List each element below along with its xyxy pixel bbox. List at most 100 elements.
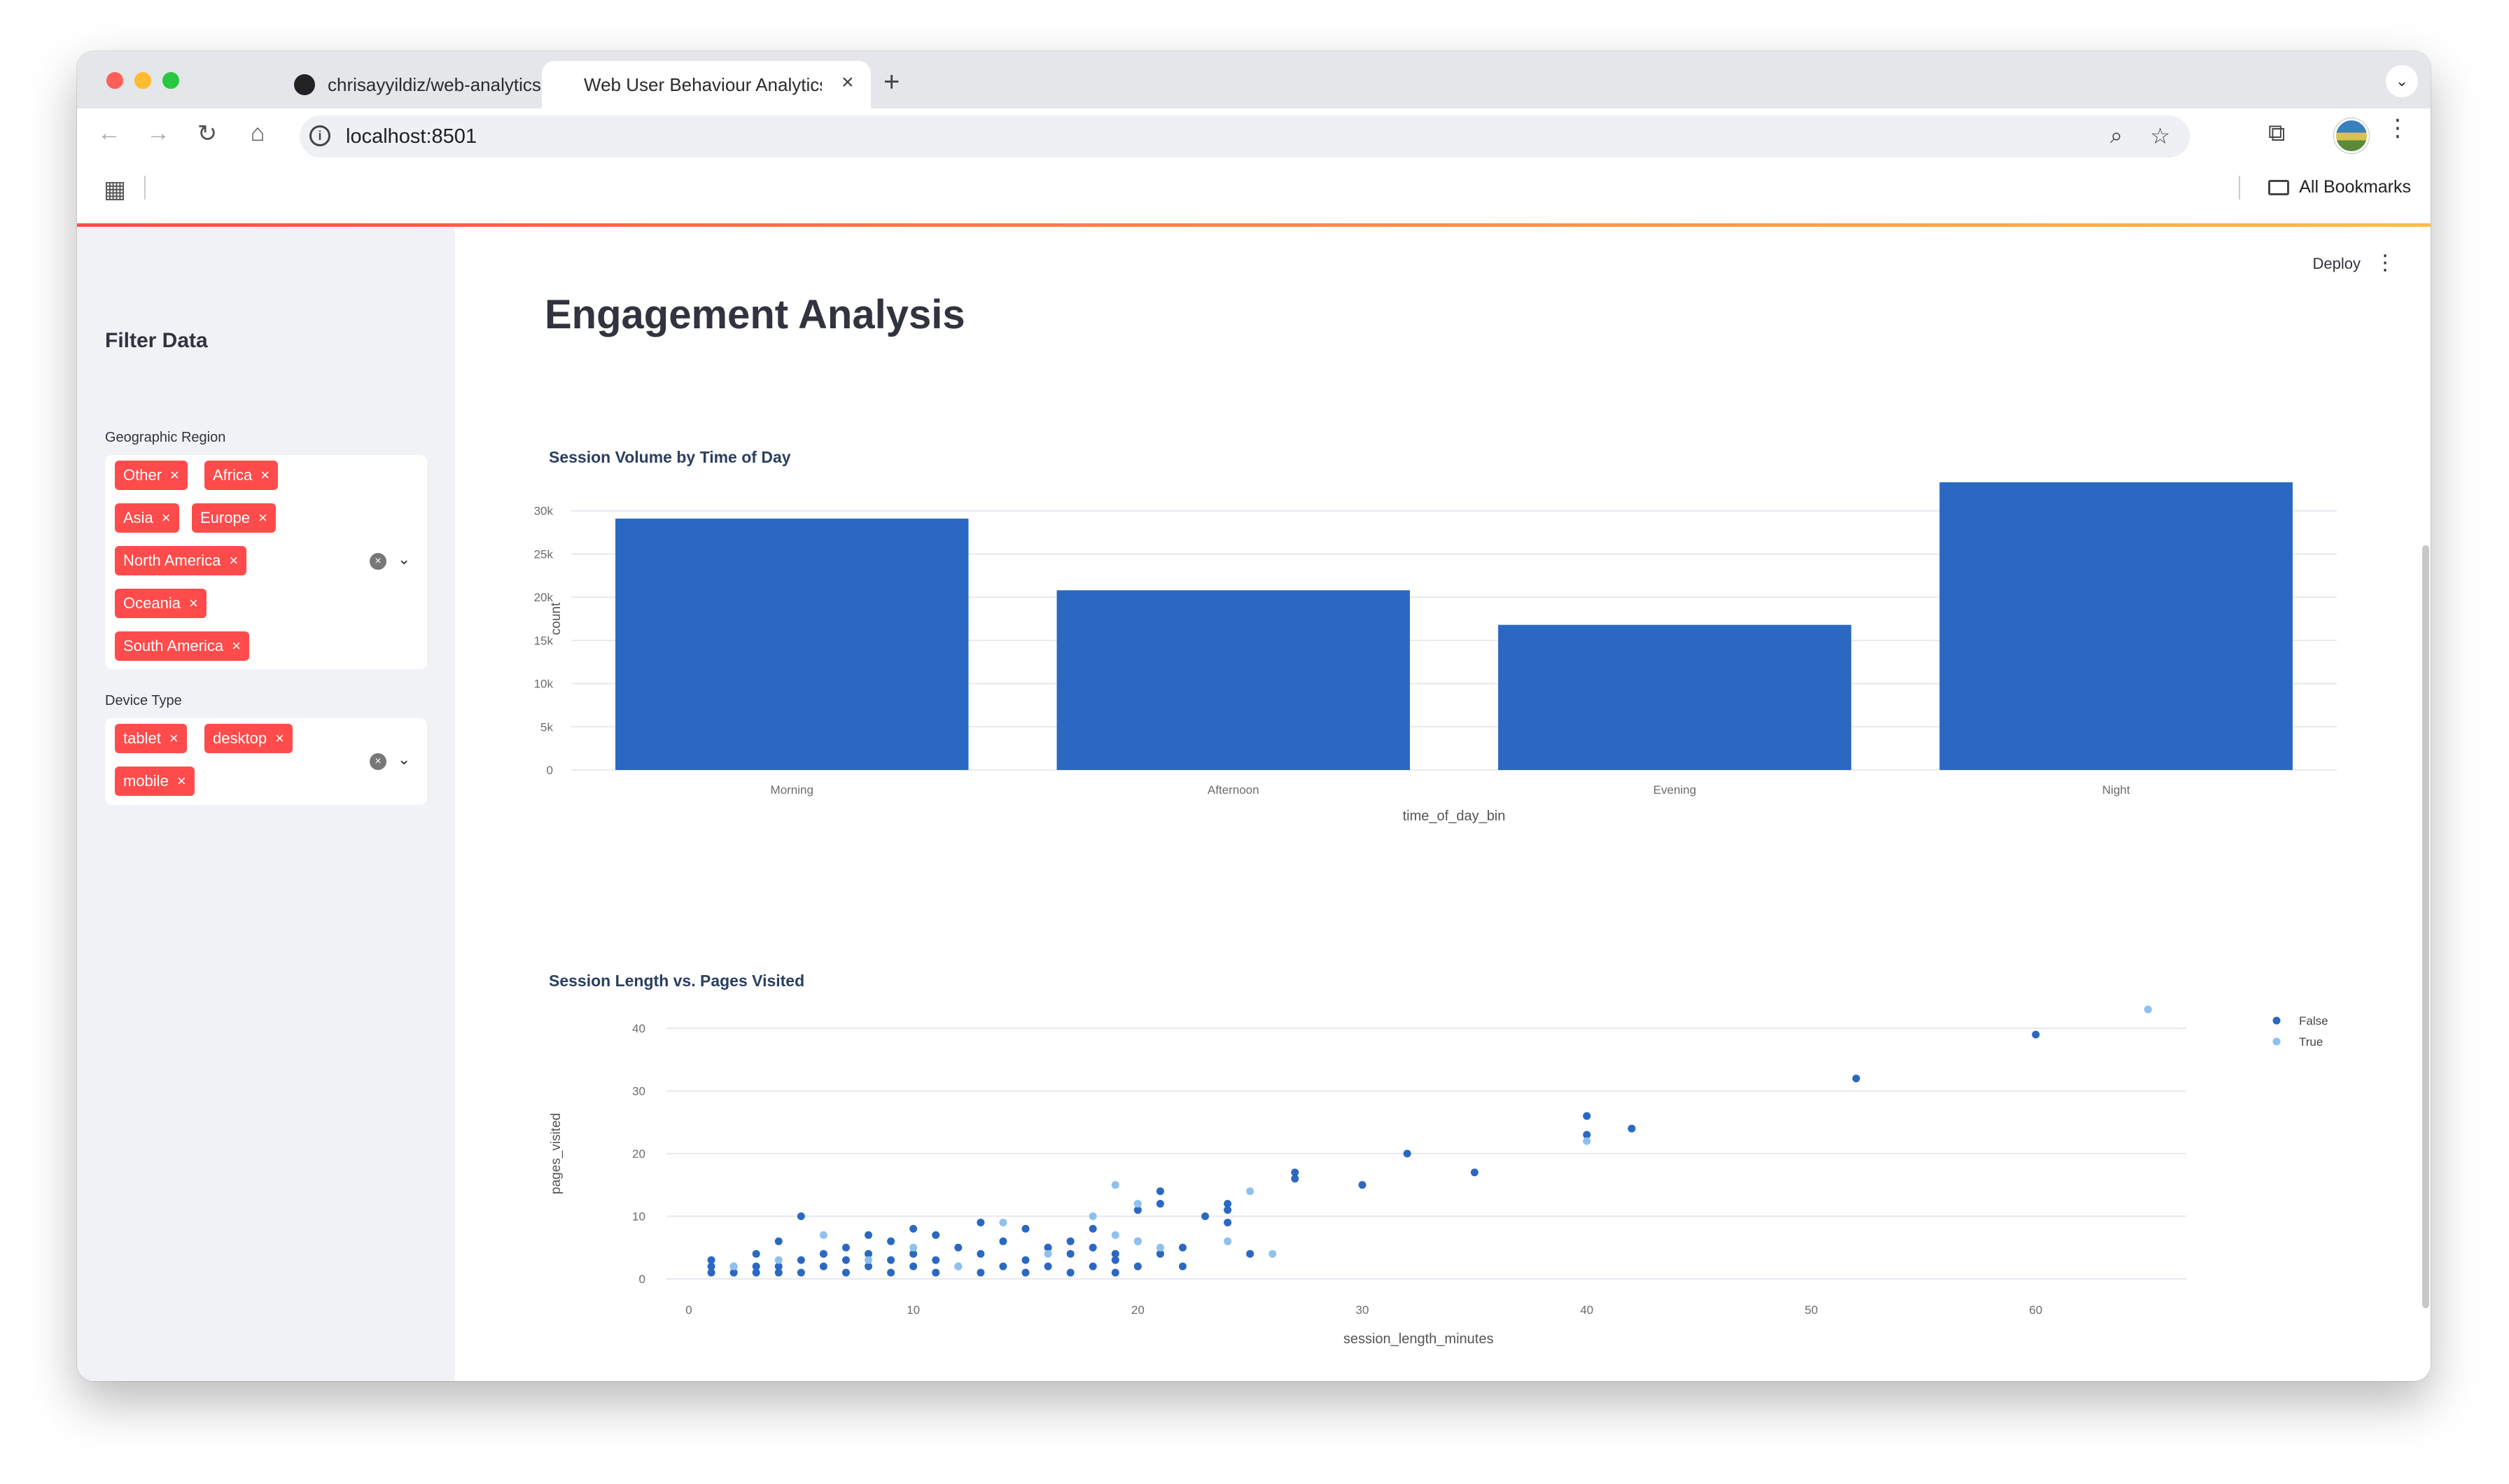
scatter-point xyxy=(999,1262,1007,1270)
apps-grid-icon[interactable]: ▦ xyxy=(104,176,126,204)
tab-search-chevron-icon[interactable]: ⌄ xyxy=(2386,65,2418,97)
x-tick-label: 20 xyxy=(1131,1303,1145,1317)
scatter-point xyxy=(1852,1074,1860,1083)
scatter-point xyxy=(977,1218,985,1226)
scatter-point xyxy=(1111,1250,1119,1258)
scatter-point xyxy=(1156,1243,1164,1252)
new-tab-icon[interactable]: + xyxy=(883,66,900,98)
scatter-point xyxy=(1021,1224,1030,1233)
region-chip[interactable]: Other × xyxy=(115,461,188,490)
scatter-point xyxy=(1089,1212,1097,1220)
y-tick-label: 10k xyxy=(534,678,554,691)
region-multiselect[interactable]: Other × Africa × Asia × Europe × North Ameri… xyxy=(105,455,427,669)
scatter-chart[interactable]: 0 10 20 30 40 0 10 20 30 40 50 60 session_length_min… xyxy=(455,1004,2431,1381)
scatter-point xyxy=(1224,1218,1232,1226)
minimize-window-button[interactable] xyxy=(134,72,151,89)
maximize-window-button[interactable] xyxy=(162,72,179,89)
region-chip[interactable]: Asia × xyxy=(115,503,179,533)
chevron-down-icon[interactable]: ⌄ xyxy=(398,550,410,568)
scatter-point xyxy=(819,1262,827,1270)
home-icon[interactable]: ⌂ xyxy=(241,120,274,147)
scatter-point xyxy=(797,1268,805,1277)
back-icon[interactable]: ← xyxy=(92,120,126,147)
region-chip[interactable]: North America × xyxy=(115,546,247,575)
page-title: Engagement Analysis xyxy=(545,292,965,337)
clear-all-icon[interactable]: × xyxy=(370,553,386,570)
device-chip[interactable]: desktop × xyxy=(204,724,293,753)
scatter-point xyxy=(1246,1250,1254,1258)
y-axis-label: count xyxy=(549,602,564,635)
tab-analytics[interactable]: Web User Behaviour Analytics × xyxy=(542,61,871,108)
sidebar-title: Filter Data xyxy=(105,329,208,352)
region-chip[interactable]: Oceania × xyxy=(115,589,207,618)
remove-chip-icon[interactable]: × xyxy=(177,772,186,790)
scatter-point xyxy=(1066,1237,1075,1245)
y-tick-label: 0 xyxy=(547,764,553,777)
remove-chip-icon[interactable]: × xyxy=(275,729,284,748)
scatter-point xyxy=(1111,1231,1119,1239)
tab-close-icon[interactable]: × xyxy=(841,71,854,94)
remove-chip-icon[interactable]: × xyxy=(229,552,238,570)
clear-all-icon[interactable]: × xyxy=(370,753,386,770)
scatter-point xyxy=(1178,1262,1187,1270)
scatter-point xyxy=(909,1224,918,1233)
github-icon xyxy=(294,74,315,95)
scatter-point xyxy=(1133,1200,1142,1208)
address-bar[interactable]: i localhost:8501 ⌕ ☆ xyxy=(300,115,2190,158)
scatter-point xyxy=(1089,1262,1097,1270)
main-menu-icon[interactable]: ⋮ xyxy=(2375,251,2396,275)
all-bookmarks-button[interactable]: All Bookmarks xyxy=(2268,177,2411,197)
bar-chart[interactable]: 05k10k15k20k25k30k35kMorningAfternoonEve… xyxy=(455,479,2431,871)
scatter-point xyxy=(887,1256,895,1264)
menu-kebab-icon[interactable]: ⋮ xyxy=(2386,114,2410,142)
scatter-point xyxy=(1021,1256,1030,1264)
y-tick-label: 40 xyxy=(632,1022,645,1035)
scatter-point xyxy=(1089,1224,1097,1233)
scatter-point xyxy=(932,1268,940,1277)
bookmarks-divider xyxy=(2239,176,2240,200)
scatter-point xyxy=(1156,1187,1164,1196)
bookmark-star-icon[interactable]: ☆ xyxy=(2150,122,2170,149)
remove-chip-icon[interactable]: × xyxy=(260,466,270,484)
device-chip[interactable]: tablet × xyxy=(115,724,187,753)
remove-chip-icon[interactable]: × xyxy=(189,594,198,612)
folder-icon xyxy=(2268,179,2290,195)
legend-label: False xyxy=(2299,1014,2328,1028)
scatter-point xyxy=(1269,1250,1277,1258)
close-window-button[interactable] xyxy=(106,72,123,89)
chevron-down-icon[interactable]: ⌄ xyxy=(398,750,410,769)
reload-icon[interactable]: ↻ xyxy=(190,120,224,148)
deploy-button[interactable]: Deploy xyxy=(2313,255,2361,273)
device-chip[interactable]: mobile × xyxy=(115,766,195,796)
scrollbar[interactable] xyxy=(2422,545,2429,1308)
zoom-icon[interactable]: ⌕ xyxy=(2110,122,2123,149)
scatter-point xyxy=(2144,1005,2152,1014)
scatter-point xyxy=(999,1218,1007,1226)
x-tick-label: Evening xyxy=(1654,783,1696,797)
profile-avatar[interactable] xyxy=(2334,118,2369,153)
y-tick-label: 15k xyxy=(534,634,554,648)
region-chip[interactable]: Africa × xyxy=(204,461,279,490)
remove-chip-icon[interactable]: × xyxy=(170,466,179,484)
scatter-point xyxy=(909,1262,918,1270)
scatter-point xyxy=(841,1256,850,1264)
tab-title: Web User Behaviour Analytics xyxy=(584,74,822,95)
site-info-icon[interactable]: i xyxy=(309,125,330,146)
remove-chip-icon[interactable]: × xyxy=(258,509,267,527)
url-text[interactable]: localhost:8501 xyxy=(346,125,477,148)
forward-icon[interactable]: → xyxy=(141,120,175,147)
all-bookmarks-label: All Bookmarks xyxy=(2299,177,2411,197)
x-tick-label: 0 xyxy=(685,1303,692,1317)
scatter-point xyxy=(1628,1124,1636,1133)
remove-chip-icon[interactable]: × xyxy=(162,509,171,527)
region-chip[interactable]: Europe × xyxy=(192,503,276,533)
scatter-point xyxy=(1066,1250,1075,1258)
remove-chip-icon[interactable]: × xyxy=(232,637,241,655)
scatter-point xyxy=(1470,1168,1479,1177)
region-chip[interactable]: South America × xyxy=(115,631,249,661)
device-multiselect[interactable]: tablet × desktop × mobile × × ⌄ xyxy=(105,718,427,805)
extensions-icon[interactable]: ⧉ xyxy=(2268,120,2285,147)
remove-chip-icon[interactable]: × xyxy=(169,729,179,748)
scatter-point xyxy=(1358,1181,1367,1189)
y-tick-label: 25k xyxy=(534,547,554,561)
